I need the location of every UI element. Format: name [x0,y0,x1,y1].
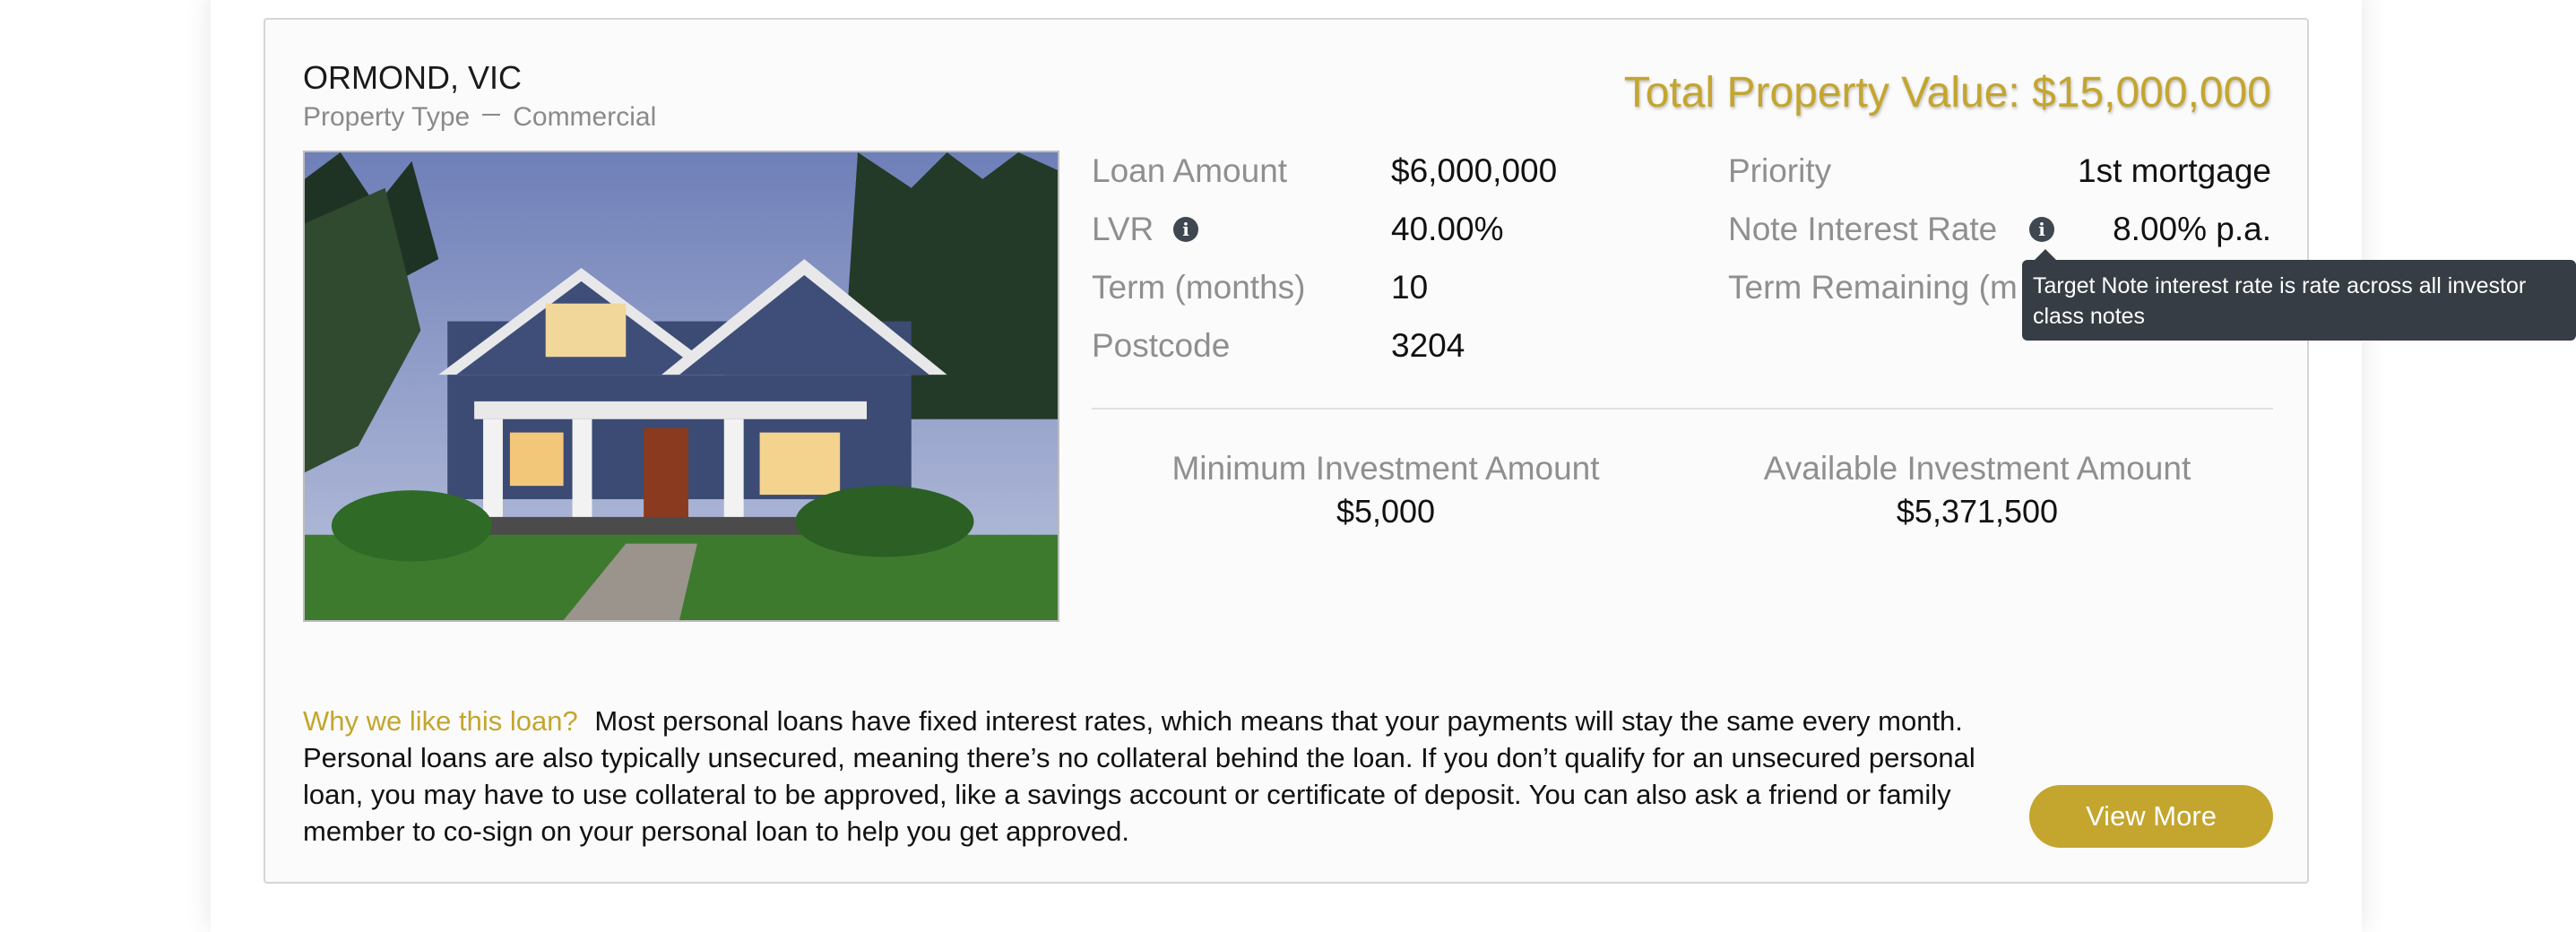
dash-separator [482,114,501,116]
why-we-like-paragraph: Why we like this loan? Most personal loa… [303,703,2024,850]
postcode-value: 3204 [1391,327,1465,364]
postcode-label: Postcode [1092,327,1231,364]
property-type-label: Property Type [303,102,471,132]
loan-amount-label: Loan Amount [1092,152,1288,189]
property-type-value: Commercial [513,102,657,132]
why-we-like-label: Why we like this loan? [303,705,578,737]
view-more-button[interactable]: View More [2029,785,2273,848]
loan-card: ORMOND, VIC Property Type Commercial Tota… [264,18,2309,884]
term-months-value: 10 [1391,269,1429,306]
interest-rate-tooltip: Target Note interest rate is rate across… [2022,249,2576,341]
lvr-value: 40.00% [1391,211,1504,247]
property-title: ORMOND, VIC [303,59,523,96]
info-icon[interactable]: i [2029,217,2054,242]
term-remaining-label: Term Remaining (m [1728,269,2018,306]
note-interest-rate-label: Note Interest Rate [1728,211,1998,247]
note-interest-rate-value: 8.00% p.a. [2113,211,2271,247]
info-icon[interactable]: i [1173,217,1198,242]
min-investment-value: $5,000 [1336,493,1436,530]
total-property-value: Total Property Value: $15,000,000 [1623,69,2271,116]
available-investment: Available Investment Amount $5,371,500 [1753,450,2201,531]
term-months-label: Term (months) [1092,269,1306,306]
priority-value: 1st mortgage [2078,152,2271,189]
priority-label: Priority [1728,152,1832,189]
min-investment: Minimum Investment Amount $5,000 [1162,450,1610,531]
loan-amount-value: $6,000,000 [1391,152,1558,189]
property-type: Property Type Commercial [303,102,656,133]
property-photo [303,151,1059,622]
min-investment-label: Minimum Investment Amount [1171,450,1600,487]
available-investment-label: Available Investment Amount [1763,450,2191,487]
divider [1092,408,2273,410]
lvr-label: LVR [1092,211,1154,247]
available-investment-value: $5,371,500 [1896,493,2059,530]
